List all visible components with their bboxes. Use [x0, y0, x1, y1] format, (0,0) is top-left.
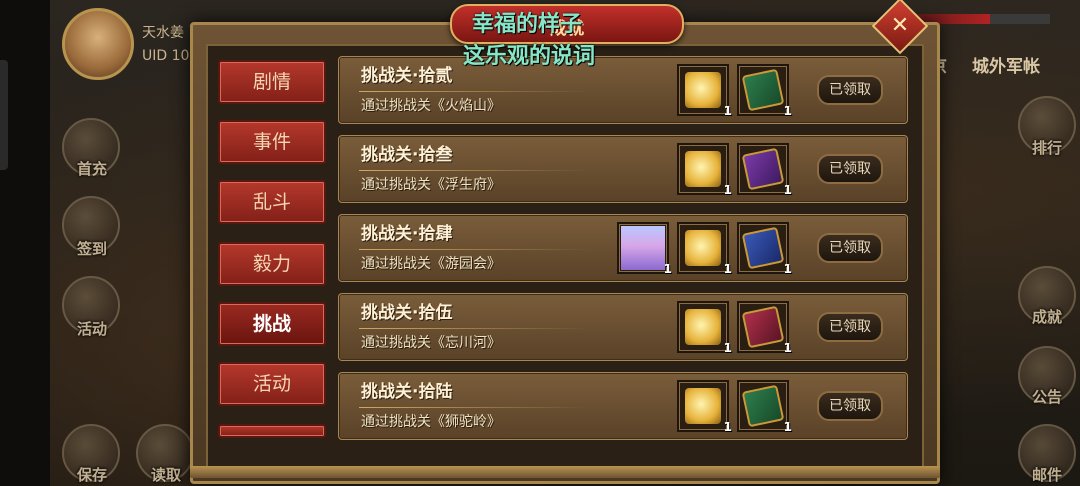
reward-qty: 1 [783, 104, 792, 118]
reward-qty: 1 [723, 341, 732, 355]
row-divider [359, 249, 589, 250]
achievements-label: 成就 [1031, 308, 1062, 326]
achievement-row: 挑战关·拾叁 通过挑战关《浮生府》 1 1 已领取 [338, 135, 908, 203]
overlay-caption-line-1: 幸福的样子 [472, 12, 583, 37]
category-tab-event[interactable]: 事件 [218, 120, 326, 164]
reward-qty: 1 [723, 262, 732, 276]
claimed-button[interactable]: 已领取 [817, 75, 883, 105]
row-divider [359, 170, 589, 171]
first-charge-label: 首充 [76, 160, 107, 178]
reward-qty: 1 [783, 341, 792, 355]
reward-slot[interactable]: 1 [737, 380, 792, 434]
achievement-title: 挑战关·拾肆 [361, 224, 453, 244]
row-divider [359, 407, 589, 408]
scroll-icon [685, 72, 721, 108]
notice-label: 公告 [1031, 388, 1062, 406]
mail-label: 邮件 [1031, 466, 1062, 484]
reward-qty: 1 [723, 420, 732, 434]
reward-slot[interactable]: 1 [617, 222, 672, 276]
modal-bottom-rail [190, 466, 940, 478]
category-tab-more[interactable] [218, 424, 326, 438]
location-tab-camp[interactable]: 城外军帐 [972, 52, 1040, 77]
reward-qty: 1 [783, 262, 792, 276]
reward-slot[interactable]: 1 [677, 222, 732, 276]
achievement-row: 挑战关·拾贰 通过挑战关《火焰山》 1 1 已领取 [338, 56, 908, 124]
category-tab-brawl[interactable]: 乱斗 [218, 180, 326, 224]
activity-label: 活动 [76, 320, 107, 338]
achievement-description: 通过挑战关《游园会》 [361, 256, 501, 272]
achievement-title: 挑战关·拾贰 [361, 66, 453, 86]
scroll-icon [685, 230, 721, 266]
red-book-icon [741, 305, 785, 349]
category-tab-perseverance[interactable]: 毅力 [218, 242, 326, 286]
category-tab-activity[interactable]: 活动 [218, 362, 326, 406]
ranking-label: 排行 [1031, 139, 1062, 157]
row-divider [359, 328, 589, 329]
achievement-title: 挑战关·拾伍 [361, 303, 453, 323]
claimed-button[interactable]: 已领取 [817, 233, 883, 263]
reward-slot[interactable]: 1 [737, 301, 792, 355]
claimed-button[interactable]: 已领取 [817, 154, 883, 184]
screen-edge [0, 0, 50, 486]
green-book-icon [741, 384, 785, 428]
reward-slot[interactable]: 1 [677, 64, 732, 118]
reward-qty: 1 [783, 183, 792, 197]
claimed-button[interactable]: 已领取 [817, 391, 883, 421]
sign-in-label: 签到 [76, 240, 107, 258]
achievement-description: 通过挑战关《浮生府》 [361, 177, 501, 193]
overlay-caption-line-2: 这乐观的说词 [463, 44, 596, 69]
save-label: 保存 [76, 466, 107, 484]
achievement-description: 通过挑战关《忘川河》 [361, 335, 501, 351]
scroll-icon [685, 309, 721, 345]
purple-book-icon [741, 147, 785, 191]
claimed-button[interactable]: 已领取 [817, 312, 883, 342]
scroll-icon [685, 388, 721, 424]
close-icon[interactable]: ✕ [880, 6, 920, 46]
achievement-description: 通过挑战关《火焰山》 [361, 98, 501, 114]
achievement-row: 挑战关·拾肆 通过挑战关《游园会》 1 1 1 已领取 [338, 214, 908, 282]
achievement-title: 挑战关·拾叁 [361, 145, 453, 165]
reward-slot[interactable]: 1 [677, 380, 732, 434]
blue-book-icon [741, 226, 785, 270]
row-divider [359, 91, 589, 92]
reward-qty: 1 [783, 420, 792, 434]
reward-slot[interactable]: 1 [677, 143, 732, 197]
achievement-description: 通过挑战关《狮驼岭》 [361, 414, 501, 430]
reward-qty: 1 [663, 262, 672, 276]
scroll-icon [685, 151, 721, 187]
reward-slot[interactable]: 1 [737, 64, 792, 118]
player-name: 天水姜 [142, 25, 184, 41]
reward-qty: 1 [723, 104, 732, 118]
player-avatar[interactable] [62, 8, 134, 80]
reward-slot[interactable]: 1 [737, 222, 792, 276]
category-tab-story[interactable]: 剧情 [218, 60, 326, 104]
reward-slot[interactable]: 1 [677, 301, 732, 355]
green-book-icon [741, 68, 785, 112]
category-tab-challenge[interactable]: 挑战 [218, 302, 326, 346]
reward-slot[interactable]: 1 [737, 143, 792, 197]
reward-qty: 1 [723, 183, 732, 197]
achievement-row: 挑战关·拾陆 通过挑战关《狮驼岭》 1 1 已领取 [338, 372, 908, 440]
hero-portrait-icon [621, 226, 665, 270]
edge-handle [0, 60, 8, 170]
achievement-row: 挑战关·拾伍 通过挑战关《忘川河》 1 1 已领取 [338, 293, 908, 361]
achievement-title: 挑战关·拾陆 [361, 382, 453, 402]
